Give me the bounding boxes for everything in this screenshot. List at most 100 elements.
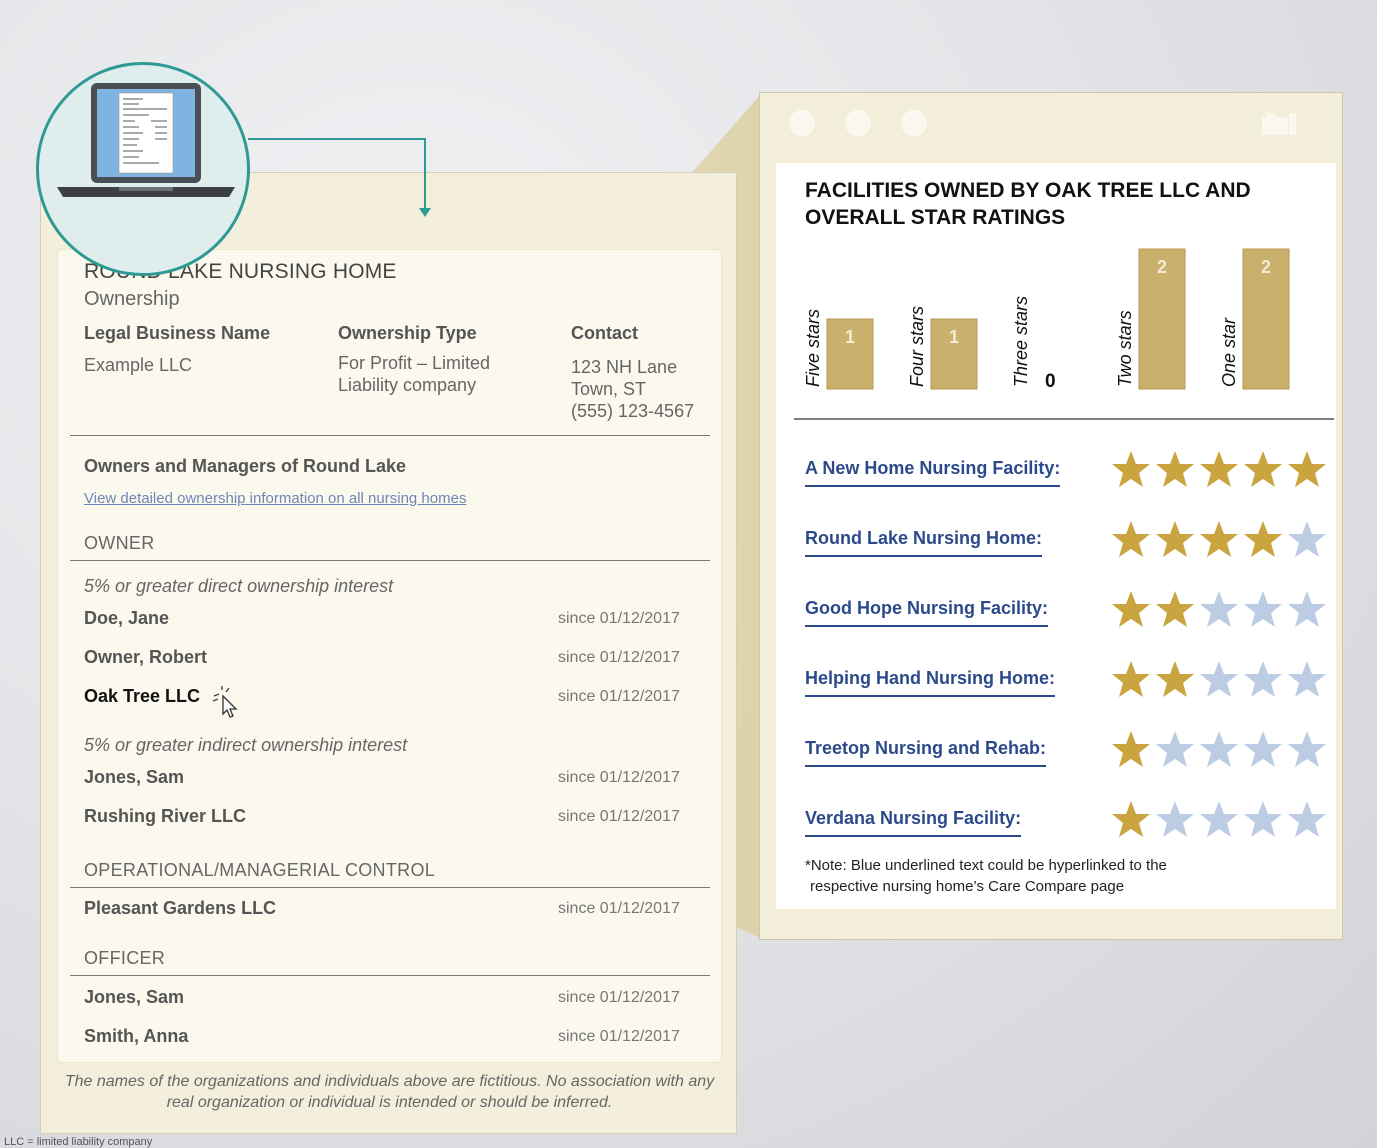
- star-empty-icon: [1288, 731, 1326, 767]
- window-button-icon[interactable]: [789, 110, 815, 136]
- oak-tree-popup-window: FACILITIES OWNED BY OAK TREE LLC AND OVE…: [759, 92, 1343, 940]
- facility-link[interactable]: Treetop Nursing and Rehab:: [805, 738, 1047, 767]
- star-filled-icon: [1112, 521, 1150, 557]
- officer-since: since 01/12/2017: [558, 1028, 680, 1045]
- star-rating-bar-chart: Five stars 1 Four stars 1 Three stars 0 Two st…: [794, 248, 1334, 420]
- bar-value-label: 1: [949, 327, 959, 347]
- arrow-down-icon: [419, 208, 431, 217]
- category-label: Five stars: [803, 309, 823, 387]
- star-empty-icon: [1200, 731, 1238, 767]
- category-label: Four stars: [907, 306, 927, 387]
- bar-value-label: 0: [1045, 371, 1056, 392]
- star-filled-icon: [1200, 451, 1238, 487]
- star-rating: [1110, 799, 1328, 839]
- owner-since: since 01/12/2017: [558, 808, 680, 825]
- category-label: Two stars: [1115, 310, 1135, 387]
- owner-name: Doe, Jane: [84, 608, 170, 628]
- facility-link[interactable]: Good Hope Nursing Facility:: [805, 598, 1049, 627]
- star-filled-icon: [1112, 731, 1150, 767]
- mouse-pointer-icon: [212, 686, 238, 718]
- popup-content: FACILITIES OWNED BY OAK TREE LLC AND OVE…: [776, 163, 1336, 909]
- star-rating: [1110, 659, 1328, 699]
- owner-heading: OWNER: [84, 533, 155, 553]
- facility-link[interactable]: Helping Hand Nursing Home:: [805, 668, 1056, 697]
- star-empty-icon: [1288, 521, 1326, 557]
- category-label: One star: [1219, 317, 1239, 387]
- divider: [70, 435, 710, 436]
- star-filled-icon: [1200, 521, 1238, 557]
- disclaimer-text: The names of the organizations and indiv…: [64, 1073, 715, 1111]
- owner-name: Jones, Sam: [84, 767, 185, 787]
- direct-interest-heading: 5% or greater direct ownership interest: [84, 576, 394, 596]
- legal-name-value: Example LLC: [84, 355, 193, 375]
- laptop-icon: [36, 62, 250, 276]
- star-empty-icon: [1156, 731, 1194, 767]
- star-filled-icon: [1288, 451, 1326, 487]
- ownership-card: ROUND LAKE NURSING HOME Ownership Legal …: [57, 249, 722, 1063]
- star-filled-icon: [1156, 661, 1194, 697]
- window-button-icon[interactable]: [845, 110, 871, 136]
- star-empty-icon: [1200, 661, 1238, 697]
- star-empty-icon: [1200, 591, 1238, 627]
- category-label: Three stars: [1011, 296, 1031, 387]
- facility-link[interactable]: Verdana Nursing Facility:: [805, 808, 1022, 837]
- owners-section-title: Owners and Managers of Round Lake: [84, 456, 407, 476]
- owner-since: since 01/12/2017: [558, 769, 680, 786]
- ownership-heading: Ownership: [84, 288, 180, 310]
- star-rating: [1110, 729, 1328, 769]
- indirect-interest-heading: 5% or greater indirect ownership interes…: [84, 735, 408, 755]
- star-filled-icon: [1156, 521, 1194, 557]
- star-empty-icon: [1200, 801, 1238, 837]
- window-tab-icon[interactable]: [1262, 113, 1296, 135]
- owner-name-oak-tree[interactable]: Oak Tree LLC: [84, 686, 200, 707]
- owner-since: since 01/12/2017: [558, 688, 680, 705]
- star-filled-icon: [1112, 801, 1150, 837]
- star-empty-icon: [1244, 731, 1282, 767]
- divider: [70, 887, 710, 888]
- divider: [70, 560, 710, 561]
- star-empty-icon: [1244, 801, 1282, 837]
- window-button-icon[interactable]: [901, 110, 927, 136]
- owner-since: since 01/12/2017: [558, 610, 680, 627]
- contact-value: 123 NH Lane Town, ST (555) 123-4567: [571, 357, 695, 421]
- star-filled-icon: [1244, 451, 1282, 487]
- ownership-panel: ROUND LAKE NURSING HOME Ownership Legal …: [40, 172, 737, 1134]
- connector-line: [424, 138, 426, 210]
- star-empty-icon: [1288, 801, 1326, 837]
- star-empty-icon: [1244, 591, 1282, 627]
- bar-value-label: 2: [1261, 257, 1271, 277]
- star-filled-icon: [1156, 591, 1194, 627]
- officer-heading: OFFICER: [84, 948, 166, 968]
- star-filled-icon: [1244, 521, 1282, 557]
- manager-name: Pleasant Gardens LLC: [84, 898, 277, 918]
- hyperlink-note: *Note: Blue underlined text could be hyp…: [805, 857, 1167, 895]
- owner-since: since 01/12/2017: [558, 649, 680, 666]
- star-filled-icon: [1156, 451, 1194, 487]
- bar-value-label: 2: [1157, 257, 1167, 277]
- star-rating: [1110, 449, 1328, 489]
- facility-link[interactable]: Round Lake Nursing Home:: [805, 528, 1043, 557]
- ownership-type-value: For Profit – Limited Liability company: [338, 353, 491, 395]
- star-filled-icon: [1112, 451, 1150, 487]
- contact-header: Contact: [571, 323, 638, 343]
- officer-name: Smith, Anna: [84, 1026, 189, 1046]
- ownership-type-header: Ownership Type: [338, 323, 477, 343]
- bar-value-label: 1: [845, 327, 855, 347]
- star-empty-icon: [1288, 591, 1326, 627]
- owner-name: Rushing River LLC: [84, 806, 247, 826]
- manager-since: since 01/12/2017: [558, 900, 680, 917]
- detailed-ownership-link[interactable]: View detailed ownership information on a…: [84, 490, 466, 507]
- star-rating: [1110, 519, 1328, 559]
- divider: [70, 975, 710, 976]
- star-empty-icon: [1156, 801, 1194, 837]
- owner-name: Owner, Robert: [84, 647, 208, 667]
- legal-name-header: Legal Business Name: [84, 323, 271, 343]
- star-rating: [1110, 589, 1328, 629]
- star-empty-icon: [1288, 661, 1326, 697]
- officer-since: since 01/12/2017: [558, 989, 680, 1006]
- star-filled-icon: [1112, 661, 1150, 697]
- facility-link[interactable]: A New Home Nursing Facility:: [805, 458, 1061, 487]
- star-filled-icon: [1112, 591, 1150, 627]
- officer-name: Jones, Sam: [84, 987, 185, 1007]
- star-empty-icon: [1244, 661, 1282, 697]
